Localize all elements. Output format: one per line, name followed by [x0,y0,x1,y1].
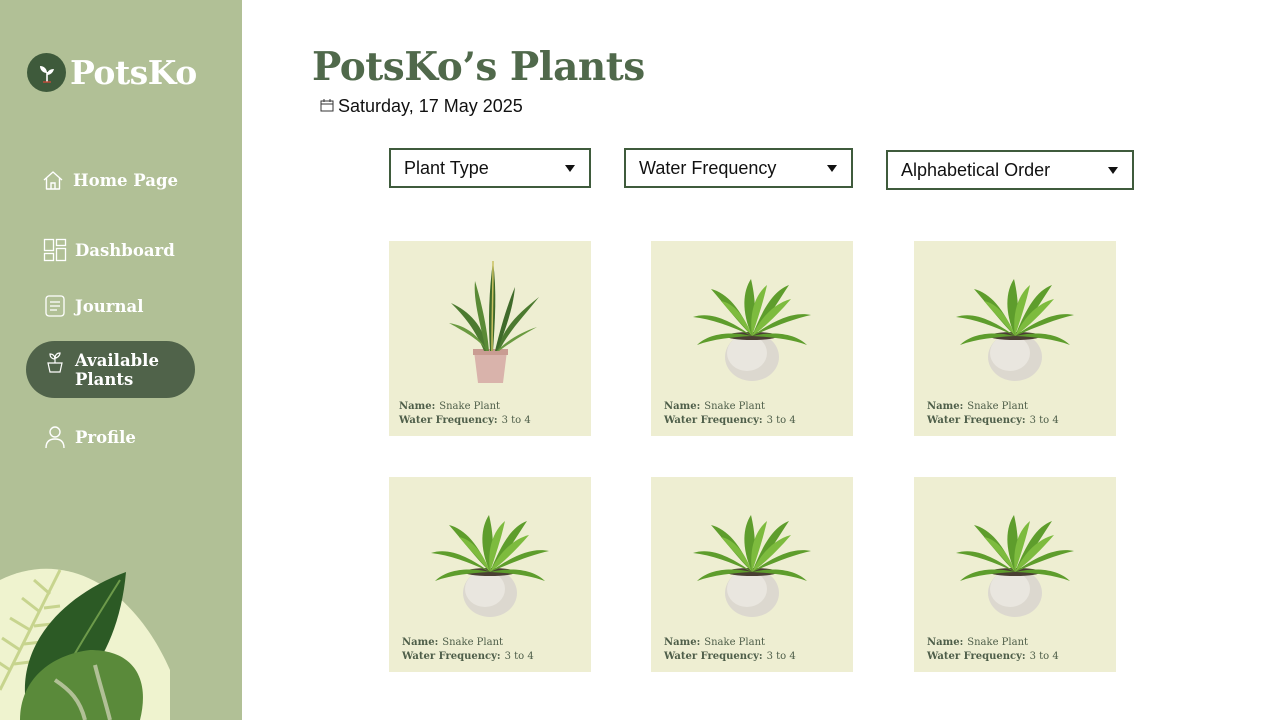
name-label: Name: [664,401,701,412]
caret-down-icon [565,164,575,172]
app-logo[interactable]: PotsKo [27,53,197,92]
leaves-decoration-icon [0,568,170,720]
plant-card[interactable]: Name: Snake Plant Water Frequency: 3 to 4 [389,241,591,436]
dropdown-label: Water Frequency [639,157,777,178]
plant-card[interactable]: Name: Snake Plant Water Frequency: 3 to 4 [651,477,853,672]
calendar-icon [320,96,334,117]
dropdown-label: Alphabetical Order [901,159,1051,180]
app-name: PotsKo [70,53,197,92]
name-label: Name: [927,401,964,412]
fern-plant-image [956,515,1074,617]
plant-name: Snake Plant [442,637,504,648]
water-label: Water Frequency: [927,651,1026,662]
plant-name: Snake Plant [704,401,766,412]
dropdown-label: Plant Type [404,157,489,178]
alphabetical-order-dropdown[interactable]: Alphabetical Order [886,150,1134,190]
plant-type-dropdown[interactable]: Plant Type [389,148,591,188]
date-text: Saturday, 17 May 2025 [338,96,523,116]
plant-info: Name: Snake Plant Water Frequency: 3 to 4 [664,636,796,664]
plant-name: Snake Plant [704,637,766,648]
caret-down-icon [1108,166,1118,174]
water-frequency: 3 to 4 [1029,415,1059,426]
water-frequency-dropdown[interactable]: Water Frequency [624,148,853,188]
water-label: Water Frequency: [664,415,763,426]
plant-name: Snake Plant [967,401,1029,412]
sidebar-item-available-plants[interactable]: Available Plants [26,341,195,398]
water-label: Water Frequency: [399,415,498,426]
plant-pot-icon [42,349,68,375]
sidebar-item-home[interactable]: Home Page [26,167,195,193]
name-label: Name: [402,637,439,648]
sidebar-item-label: Dashboard [75,240,175,260]
sidebar: PotsKo Home Page Dashboard Journal Avail… [0,0,242,720]
current-date: Saturday, 17 May 2025 [320,96,523,117]
plant-card[interactable]: Name: Snake Plant Water Frequency: 3 to 4 [914,477,1116,672]
plant-info: Name: Snake Plant Water Frequency: 3 to 4 [927,636,1059,664]
name-label: Name: [664,637,701,648]
fern-plant-image [693,279,811,381]
sidebar-item-journal[interactable]: Journal [26,293,195,319]
sidebar-item-label: Profile [75,427,136,447]
name-label: Name: [399,401,436,412]
sidebar-item-label: Available Plants [75,350,159,389]
water-frequency: 3 to 4 [766,415,796,426]
caret-down-icon [827,164,837,172]
plant-info: Name: Snake Plant Water Frequency: 3 to 4 [402,636,534,664]
name-label: Name: [927,637,964,648]
sprout-logo-icon [27,53,66,92]
sidebar-item-profile[interactable]: Profile [26,424,195,450]
sidebar-item-label: Journal [75,296,144,316]
fern-plant-image [693,515,811,617]
water-frequency: 3 to 4 [504,651,534,662]
dashboard-icon [42,237,68,263]
water-frequency: 3 to 4 [1029,651,1059,662]
plant-info: Name: Snake Plant Water Frequency: 3 to 4 [927,400,1059,428]
water-label: Water Frequency: [927,415,1026,426]
plant-info: Name: Snake Plant Water Frequency: 3 to 4 [399,400,531,428]
water-frequency: 3 to 4 [766,651,796,662]
water-label: Water Frequency: [664,651,763,662]
home-icon [40,167,66,193]
user-icon [42,424,68,450]
plant-card[interactable]: Name: Snake Plant Water Frequency: 3 to 4 [389,477,591,672]
plant-name: Snake Plant [439,401,501,412]
sidebar-item-label: Home Page [73,170,178,190]
fern-plant-image [956,279,1074,381]
page-title: PotsKo’s Plants [312,44,645,90]
plant-name: Snake Plant [967,637,1029,648]
sidebar-item-dashboard[interactable]: Dashboard [26,237,195,263]
fern-plant-image [431,515,549,617]
water-frequency: 3 to 4 [501,415,531,426]
journal-icon [42,293,68,319]
plant-info: Name: Snake Plant Water Frequency: 3 to 4 [664,400,796,428]
water-label: Water Frequency: [402,651,501,662]
plant-card[interactable]: Name: Snake Plant Water Frequency: 3 to 4 [651,241,853,436]
snake-plant-image [448,260,540,384]
plant-card[interactable]: Name: Snake Plant Water Frequency: 3 to 4 [914,241,1116,436]
